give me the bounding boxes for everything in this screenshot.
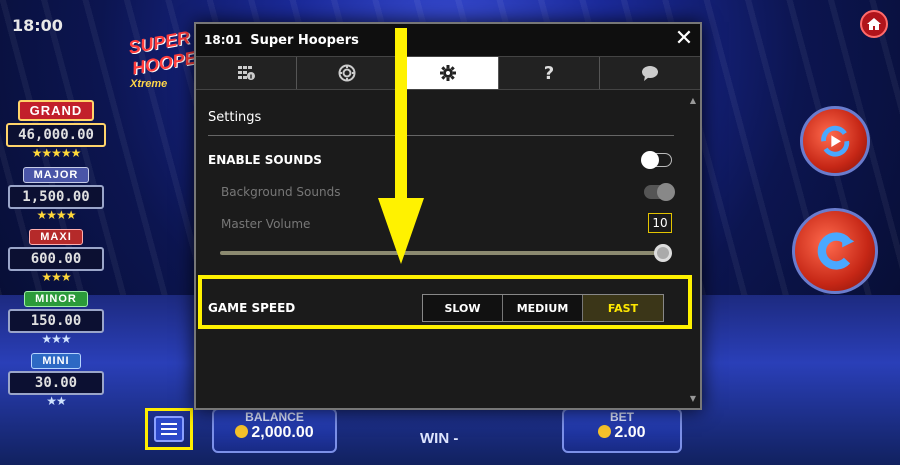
slider-track: [220, 251, 664, 255]
spin-icon: [817, 232, 855, 270]
paytable-icon: [238, 66, 255, 80]
menu-icon: [154, 416, 184, 442]
jackpot-label: MINI: [31, 353, 81, 369]
bet-display[interactable]: BET 2.00: [562, 408, 682, 453]
scroll-up-icon[interactable]: ▲: [688, 96, 698, 106]
jackpot-label: GRAND: [17, 100, 95, 121]
master-volume-label: Master Volume: [221, 217, 311, 231]
jackpot-value: 46,000.00: [6, 123, 106, 147]
device-clock: 18:00: [12, 16, 63, 35]
background-sounds-label: Background Sounds: [221, 185, 341, 199]
master-volume-slider[interactable]: [208, 240, 674, 264]
jackpot-value: 150.00: [8, 309, 104, 333]
scroll-down-icon[interactable]: ▼: [688, 394, 698, 404]
master-volume-value: 10: [648, 213, 672, 233]
jackpot-label: MAJOR: [22, 167, 90, 183]
close-icon: ✕: [674, 25, 694, 51]
chip-icon: [338, 64, 356, 82]
jackpot-value: 30.00: [8, 371, 104, 395]
spin-button[interactable]: [792, 208, 878, 294]
autoplay-button[interactable]: [800, 106, 870, 176]
modal-title: Super Hoopers: [250, 32, 359, 48]
settings-panel: Settings ENABLE SOUNDS Background Sounds…: [196, 92, 686, 408]
logo-title: SUPER HOOPERS: [126, 27, 223, 79]
jackpot-stars: ★★★: [41, 332, 71, 346]
game-logo: SUPER HOOPERS Xtreme: [126, 18, 223, 98]
tab-chat[interactable]: [600, 57, 700, 89]
jackpot-stars: ★★★★: [36, 208, 76, 222]
jackpot-stars: ★★: [46, 394, 67, 408]
modal-tabs: ?: [196, 56, 700, 90]
down-arrow-icon: [378, 28, 424, 264]
balance-value-wrap: 2,000.00: [214, 424, 335, 442]
jackpot-value: 600.00: [8, 247, 104, 271]
jackpot-grand: GRAND 46,000.00 ★★★★★: [4, 100, 108, 159]
modal-time: 18:01: [204, 33, 243, 47]
enable-sounds-row: ENABLE SOUNDS: [208, 144, 674, 176]
jackpot-mini: MINI 30.00 ★★: [4, 349, 108, 407]
tab-paytable[interactable]: [196, 57, 297, 89]
bet-value: 2.00: [614, 424, 646, 441]
modal-header: 18:01 Super Hoopers ✕: [196, 24, 700, 56]
jackpot-stars: ★★★★★: [31, 146, 82, 160]
win-display: WIN -: [420, 430, 459, 447]
master-volume-row: Master Volume 10: [208, 208, 674, 240]
menu-button[interactable]: [145, 408, 193, 450]
jackpot-maxi: MAXI 600.00 ★★★: [4, 225, 108, 283]
background-sounds-toggle[interactable]: [644, 183, 675, 201]
close-button[interactable]: ✕: [672, 25, 696, 51]
balance-display: BALANCE 2,000.00: [212, 408, 337, 453]
gear-icon: [440, 65, 456, 81]
coin-icon: [598, 425, 612, 438]
slider-handle[interactable]: [654, 244, 672, 262]
jackpot-stars: ★★★: [41, 270, 71, 284]
balance-label: BALANCE: [245, 410, 304, 424]
enable-sounds-toggle[interactable]: [641, 151, 672, 169]
help-icon: ?: [543, 62, 555, 84]
chat-icon: [642, 66, 658, 81]
coin-icon: [235, 425, 249, 438]
bet-label: BET: [610, 410, 634, 424]
settings-title: Settings: [208, 92, 674, 136]
tab-help[interactable]: ?: [499, 57, 600, 89]
jackpot-major: MAJOR 1,500.00 ★★★★: [4, 163, 108, 221]
home-icon: [867, 18, 881, 30]
jackpot-label: MAXI: [29, 229, 83, 245]
jackpot-minor: MINOR 150.00 ★★★: [4, 287, 108, 345]
autoplay-icon: [821, 125, 849, 157]
balance-value: 2,000.00: [251, 424, 314, 441]
home-button[interactable]: [860, 10, 888, 38]
logo-subtitle: Xtreme: [130, 78, 168, 90]
jackpot-panel: GRAND 46,000.00 ★★★★★ MAJOR 1,500.00 ★★★…: [4, 100, 108, 411]
enable-sounds-label: ENABLE SOUNDS: [208, 153, 322, 167]
game-speed-highlight: [198, 275, 692, 329]
background-sounds-row: Background Sounds: [208, 176, 675, 208]
jackpot-label: MINOR: [24, 291, 88, 307]
bet-value-wrap: 2.00: [564, 424, 680, 442]
settings-modal: 18:01 Super Hoopers ✕ ? Settings ENABLE …: [194, 22, 702, 410]
jackpot-value: 1,500.00: [8, 185, 104, 209]
modal-scrollbar[interactable]: ▲ ▼: [688, 92, 698, 404]
